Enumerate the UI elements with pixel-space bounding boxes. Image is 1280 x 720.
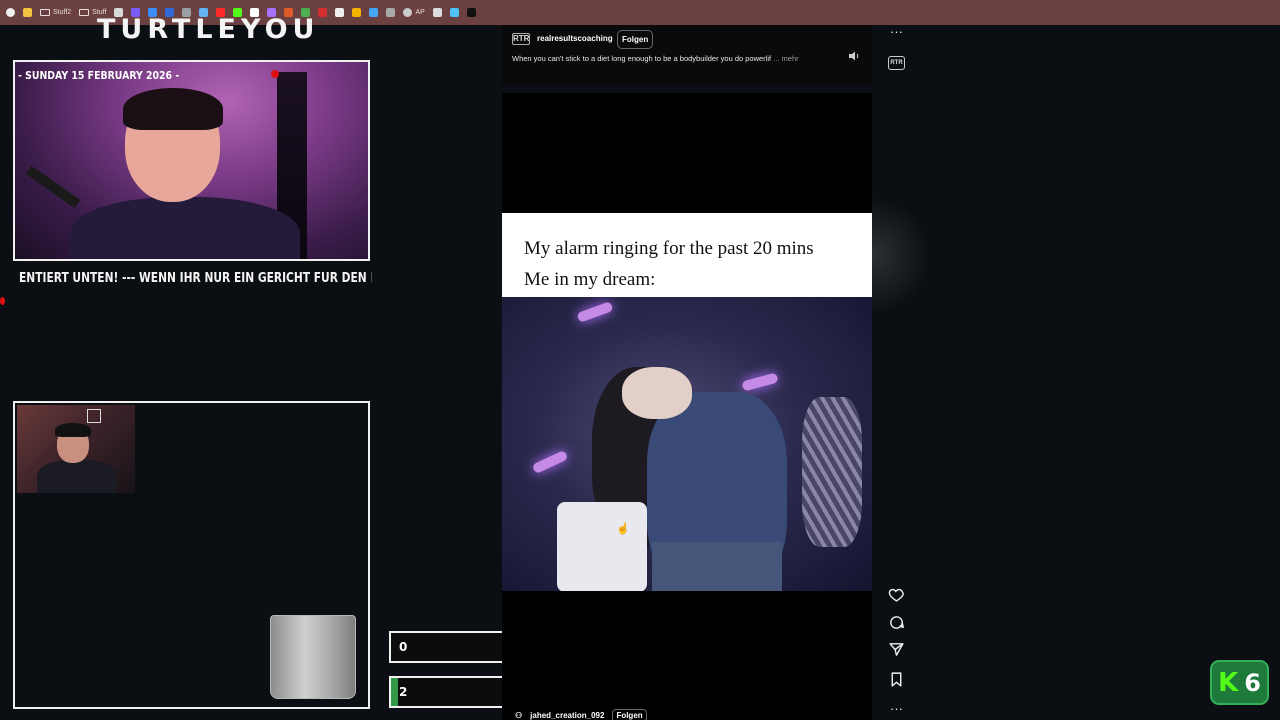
stage-light: [576, 301, 614, 323]
bookmark-item[interactable]: [431, 5, 444, 21]
globe-icon: [403, 8, 413, 17]
kick-viewer-badge: K 6: [1210, 660, 1269, 705]
reel-video[interactable]: My alarm ringing for the past 20 mins Me…: [502, 93, 872, 720]
screen-glow: [872, 195, 932, 315]
bookmark-label: Stuff2: [53, 9, 72, 16]
site-icon: [369, 8, 379, 17]
dancer-pants: [652, 542, 782, 591]
site-icon: [432, 8, 442, 17]
bookmark-item[interactable]: [465, 5, 478, 21]
wall-frame: [87, 409, 101, 423]
next-post-avatar-icon[interactable]: ⚇: [515, 711, 522, 720]
recording-dot-icon: [271, 70, 279, 78]
post-username[interactable]: realresultscoaching: [537, 34, 613, 43]
streamer-hair: [55, 423, 91, 437]
bookmark-item[interactable]: [21, 5, 34, 21]
stage-light: [531, 449, 569, 475]
bookmark-item[interactable]: [384, 5, 397, 21]
followergoal-current: 2: [399, 685, 408, 699]
comment-icon[interactable]: [888, 614, 905, 631]
next-post-header: ⚇ jahed_creation_092 Folgen: [515, 709, 647, 720]
site-icon: [449, 8, 459, 17]
site-icon: [386, 8, 396, 17]
meme-line-2: Me in my dream:: [524, 269, 656, 290]
webcam-secondary-frame: [13, 401, 370, 709]
follow-button[interactable]: Folgen: [617, 30, 654, 49]
date-label: - SUNDAY 15 FEBRUARY 2026 -: [18, 69, 180, 82]
bookmark-item[interactable]: [350, 5, 363, 21]
post-caption: When you can't stick to a diet long enou…: [512, 54, 799, 63]
next-post-username[interactable]: jahed_creation_092: [530, 711, 604, 720]
news-ticker: ENTIERT UNTEN! --- WENN IHR NUR EIN GERI…: [19, 271, 372, 286]
red-marker-icon: [0, 297, 5, 305]
dancer-skirt: [557, 502, 647, 591]
previous-post: RTR realresultscoaching Folgen When you …: [502, 25, 872, 85]
microphone: [25, 165, 81, 209]
folder-icon: [79, 9, 90, 16]
channel-logo: TURTLEYOU: [97, 14, 320, 45]
post-caption-text: When you can't stick to a diet long enou…: [512, 54, 772, 63]
background-dancer: [802, 397, 862, 547]
site-icon: [335, 8, 345, 17]
stage-light: [741, 372, 779, 392]
like-heart-icon[interactable]: [888, 586, 905, 603]
meme-video-frame: ☝: [502, 297, 872, 591]
hand-cursor-icon: ☝: [616, 523, 630, 535]
bookmark-item[interactable]: [333, 5, 346, 21]
bookmark-item[interactable]: AP: [401, 5, 426, 21]
more-options-icon[interactable]: ···: [888, 701, 905, 717]
share-send-icon[interactable]: [888, 641, 905, 658]
bookmark-item[interactable]: [448, 5, 461, 21]
bookmark-label: AP: [415, 9, 425, 16]
next-follow-button[interactable]: Folgen: [612, 709, 647, 720]
folder-icon: [40, 9, 50, 16]
speaker-icon[interactable]: [848, 51, 860, 61]
bookmark-icon[interactable]: [888, 671, 905, 688]
streamer-body: [37, 460, 117, 493]
drinking-glass: [270, 615, 356, 699]
site-icon: [466, 8, 476, 17]
bookmark-item[interactable]: [367, 5, 380, 21]
meme-caption: My alarm ringing for the past 20 mins Me…: [502, 213, 872, 297]
screen: Stuff2 Stuff AP TURTLEYOU - SUNDAY 15 FEBR…: [0, 0, 1280, 720]
bookmark-item[interactable]: Stuff2: [38, 5, 73, 21]
webcam-main: - SUNDAY 15 FEBRUARY 2026 -: [13, 60, 370, 261]
site-icon: [352, 8, 362, 17]
site-icon: [318, 8, 328, 17]
author-badge-icon[interactable]: RTR: [888, 56, 905, 70]
bookmark-item[interactable]: [4, 5, 17, 21]
drive-icon: [23, 8, 32, 17]
more-options-icon[interactable]: ···: [888, 24, 905, 40]
more-link[interactable]: ... mehr: [773, 54, 798, 63]
kick-count: 6: [1244, 668, 1261, 697]
streamer-body: [70, 197, 300, 259]
dancer-face: [622, 367, 692, 419]
kick-logo-icon: K: [1218, 667, 1239, 698]
chrome-icon: [6, 8, 15, 17]
webcam-secondary: [17, 405, 135, 493]
followergoal-progress-fill: [391, 678, 398, 706]
post-avatar[interactable]: RTR: [512, 33, 530, 45]
meme-line-1: My alarm ringing for the past 20 mins: [524, 238, 814, 259]
subgoal-current: 0: [399, 640, 408, 654]
streamer-hair: [123, 88, 223, 130]
